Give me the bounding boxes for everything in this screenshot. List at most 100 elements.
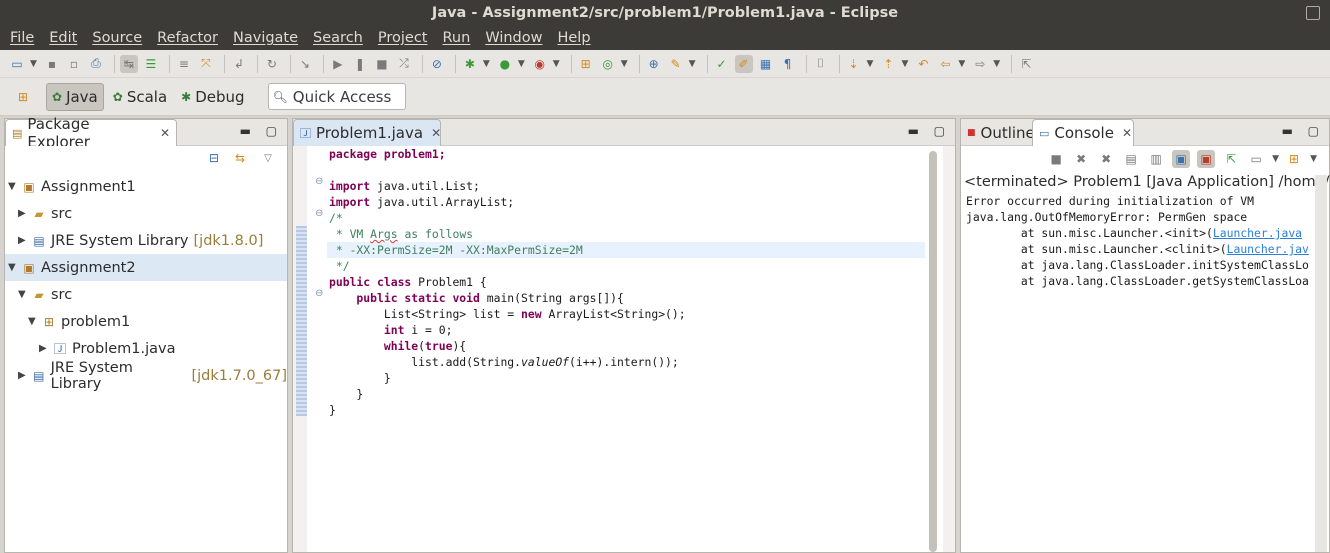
tree-item-problem1-java[interactable]: ▶ 🄹 Problem1.java [5, 335, 287, 362]
maximize-icon[interactable]: ▢ [266, 124, 277, 138]
menu-edit[interactable]: Edit [49, 30, 77, 46]
code-line[interactable]: import java.util.ArrayList; [329, 194, 514, 210]
open-perspective-icon[interactable]: ⊞ [14, 88, 32, 106]
tree-item-jre-library[interactable]: ▶ ▤ JRE System Library [jdk1.8.0] [5, 227, 287, 254]
code-line[interactable]: } [329, 402, 336, 418]
next-annotation-down-icon[interactable]: ⇣ [845, 55, 863, 73]
quick-access-input[interactable]: 🔍︎ Quick Access [267, 83, 406, 110]
close-icon[interactable]: ✕ [431, 126, 441, 140]
collapse-all-icon[interactable]: ⊟ [205, 149, 223, 167]
menu-help[interactable]: Help [557, 30, 590, 46]
menu-file[interactable]: File [10, 30, 34, 46]
forward-dropdown-icon[interactable]: ▼ [993, 59, 1000, 69]
remove-launch-icon[interactable]: ✖ [1072, 150, 1090, 168]
tree-item-assignment2[interactable]: ▼ ▣ Assignment2 [5, 254, 287, 281]
toggle-highlight-icon[interactable]: ✐ [734, 54, 753, 73]
expanded-arrow-icon[interactable]: ▼ [8, 262, 20, 273]
remove-all-terminated-icon[interactable]: ✖ [1097, 150, 1115, 168]
step-into-icon[interactable]: ↘ [296, 55, 314, 73]
tree-item-src[interactable]: ▶ ▰ src [5, 200, 287, 227]
tree-item-problem1-package[interactable]: ▼ ⊞ problem1 [5, 308, 287, 335]
tab-package-explorer[interactable]: ▤ Package Explorer ✕ [5, 115, 177, 151]
code-line[interactable]: */ [329, 258, 350, 274]
code-line[interactable]: /* [329, 210, 343, 226]
minimize-icon[interactable]: ▬ [1282, 124, 1293, 138]
menu-navigate[interactable]: Navigate [233, 30, 298, 46]
perspective-java[interactable]: ✿ Java [46, 82, 104, 111]
editor-scrollbar-thumb[interactable] [929, 151, 937, 552]
search-dropdown-icon[interactable]: ▼ [689, 59, 696, 69]
refresh-icon[interactable]: ↻ [263, 55, 281, 73]
run-external-tools-icon[interactable]: ◉ [531, 55, 549, 73]
tab-problem1-java[interactable]: 🄹 Problem1.java ✕ [293, 119, 441, 146]
console-scrollbar[interactable] [1315, 175, 1327, 552]
last-edit-location-icon[interactable]: ↶ [914, 55, 932, 73]
open-type-icon[interactable]: ⊕ [645, 55, 663, 73]
perspective-scala[interactable]: ✿ Scala [108, 83, 172, 111]
fold-minus-icon[interactable]: ⊖ [315, 176, 323, 187]
pin-editor-icon[interactable]: ⇱ [1017, 55, 1035, 73]
debug-icon[interactable]: ✱ [461, 55, 479, 73]
paragraph-icon[interactable]: ¶ [779, 55, 797, 73]
collapsed-arrow-icon[interactable]: ▶ [18, 208, 30, 219]
fold-minus-icon[interactable]: ⊖ [315, 288, 323, 299]
view-menu-icon[interactable]: ▽ [259, 149, 277, 167]
code-line[interactable]: package problem1; [329, 146, 446, 162]
new-icon[interactable]: ▭ [8, 55, 26, 73]
next-annotation-dropdown-icon[interactable]: ▼ [867, 59, 874, 69]
show-on-stdout-icon[interactable]: ▣ [1172, 150, 1191, 168]
toggle-mark-occurrences-icon[interactable]: ↹ [119, 54, 138, 73]
run-icon[interactable]: ● [496, 55, 514, 73]
menu-source[interactable]: Source [92, 30, 142, 46]
code-line[interactable]: List<String> list = new ArrayList<String… [329, 306, 686, 322]
resume-icon[interactable]: ▶ [329, 55, 347, 73]
expanded-arrow-icon[interactable]: ▼ [8, 181, 20, 192]
save-icon[interactable]: ▪ [43, 55, 61, 73]
previous-annotation-dropdown-icon[interactable]: ▼ [901, 59, 908, 69]
tree-item-jre-library[interactable]: ▶ ▤ JRE System Library [jdk1.7.0_67] [5, 360, 287, 392]
pin-icon[interactable]: ⌷ [812, 55, 830, 73]
menu-refactor[interactable]: Refactor [157, 30, 218, 46]
run-dropdown-icon[interactable]: ▼ [518, 59, 525, 69]
display-console-icon[interactable]: ▭ [1247, 150, 1265, 168]
forward-icon[interactable]: ⇨ [971, 55, 989, 73]
code-line[interactable]: int i = 0; [329, 322, 453, 338]
code-line[interactable]: while(true){ [329, 338, 466, 354]
tab-console[interactable]: ▭ Console ✕ [1032, 119, 1134, 146]
menu-window[interactable]: Window [485, 30, 542, 46]
suspend-icon[interactable]: ❚ [351, 55, 369, 73]
menu-run[interactable]: Run [443, 30, 471, 46]
close-icon[interactable]: ✕ [160, 126, 170, 140]
menu-project[interactable]: Project [378, 30, 428, 46]
code-line[interactable]: import java.util.List; [329, 178, 480, 194]
collapsed-arrow-icon[interactable]: ▶ [18, 370, 30, 381]
external-tools-dropdown-icon[interactable]: ▼ [553, 59, 560, 69]
toggle-block-selection-icon[interactable]: ☰ [142, 55, 160, 73]
last-edit-icon[interactable]: ↲ [230, 55, 248, 73]
show-whitespace-icon[interactable]: ⤧ [197, 55, 215, 73]
tab-outline[interactable]: ■ Outline [961, 119, 1035, 146]
code-line[interactable]: public static void main(String args[]){ [329, 290, 623, 306]
code-line[interactable]: } [329, 386, 363, 402]
close-icon[interactable]: ✕ [1122, 126, 1132, 140]
code-line[interactable]: public class Problem1 { [329, 274, 487, 290]
expanded-arrow-icon[interactable]: ▼ [28, 316, 40, 327]
collapsed-arrow-icon[interactable]: ▶ [39, 343, 51, 354]
save-all-icon[interactable]: ▫ [65, 55, 83, 73]
print-icon[interactable]: ⎙ [87, 55, 105, 73]
code-line[interactable]: list.add(String.valueOf(i++).intern()); [329, 354, 679, 370]
display-console-dropdown-icon[interactable]: ▼ [1272, 154, 1279, 164]
open-task-icon[interactable]: ✓ [713, 55, 731, 73]
show-source-icon[interactable]: ▦ [757, 55, 775, 73]
clear-console-icon[interactable]: ▤ [1122, 150, 1140, 168]
new-java-class-icon[interactable]: ◎ [599, 55, 617, 73]
disconnect-icon[interactable]: ⤮ [395, 55, 413, 73]
tree-item-assignment1[interactable]: ▼ ▣ Assignment1 [5, 173, 287, 200]
new-dropdown-icon[interactable]: ▼ [30, 59, 37, 69]
stack-frame-link[interactable]: Launcher.java [1213, 226, 1302, 240]
open-console-dropdown-icon[interactable]: ▼ [1310, 154, 1317, 164]
previous-annotation-up-icon[interactable]: ⇡ [879, 55, 897, 73]
code-line[interactable]: * -XX:PermSize=2M -XX:MaxPermSize=2M [329, 242, 583, 258]
stack-frame-link[interactable]: Launcher.jav [1227, 242, 1309, 256]
back-icon[interactable]: ⇦ [936, 55, 954, 73]
